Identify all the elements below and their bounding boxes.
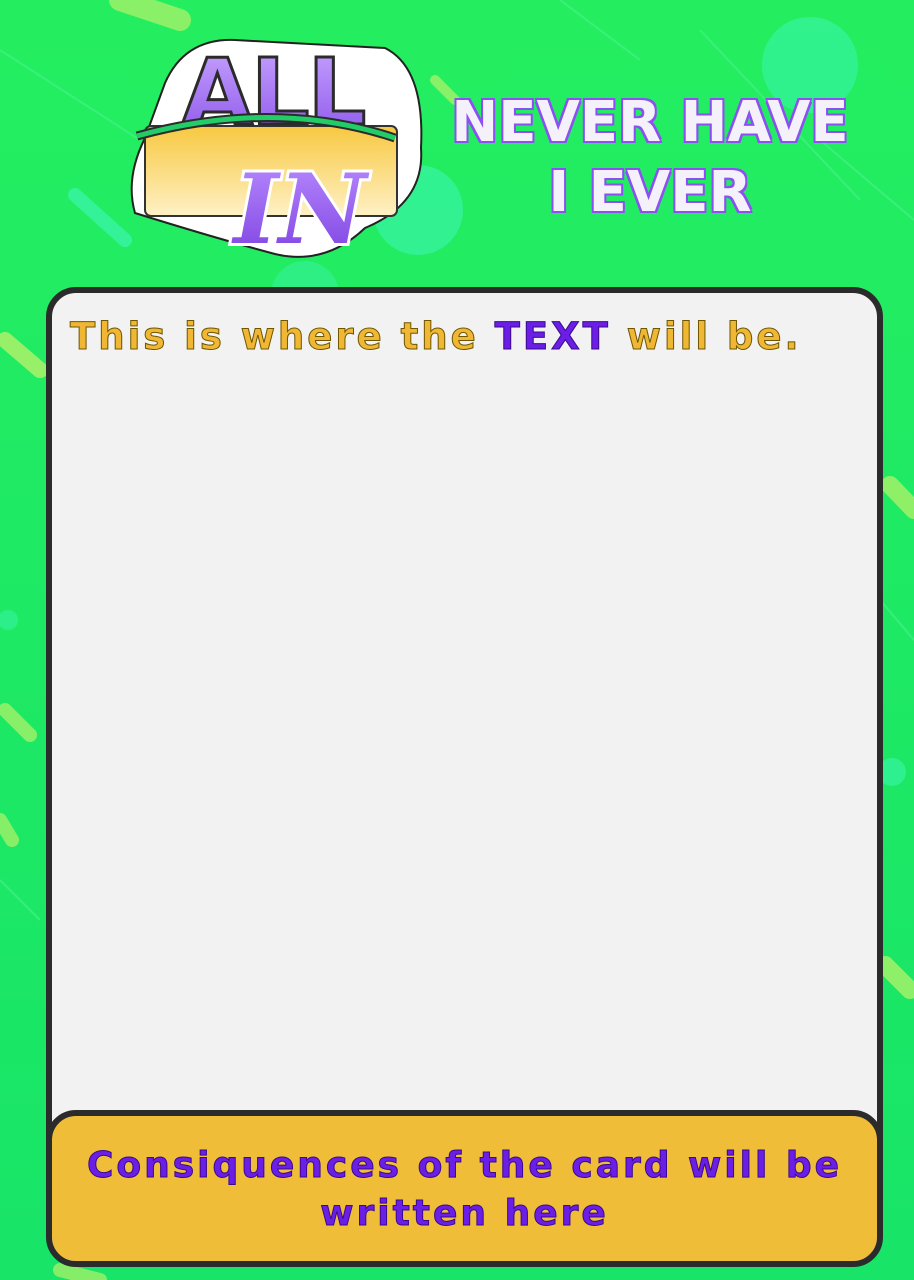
prompt-keyword: TEXT	[494, 315, 611, 359]
prompt-text-before: This is where the	[70, 315, 495, 359]
game-title: NEVER HAVE I EVER	[440, 88, 860, 228]
consequence-line-1: Consiquences of the card will be	[86, 1145, 843, 1187]
logo-in-text: IN	[231, 153, 370, 266]
logo-all-text: ALL	[182, 39, 365, 146]
title-line-1: NEVER HAVE	[450, 89, 850, 157]
card-panel: This is where the TEXT will be. Consique…	[46, 287, 883, 1267]
prompt-text-after: will be.	[610, 315, 802, 359]
title-line-2: I EVER	[547, 159, 753, 227]
consequence-line-2: written here	[320, 1193, 609, 1235]
all-in-logo: ALL IN	[125, 28, 435, 268]
card-prompt: This is where the TEXT will be.	[70, 315, 859, 359]
consequence-text: Consiquences of the card will be written…	[52, 1142, 877, 1238]
consequence-box: Consiquences of the card will be written…	[52, 1110, 877, 1261]
